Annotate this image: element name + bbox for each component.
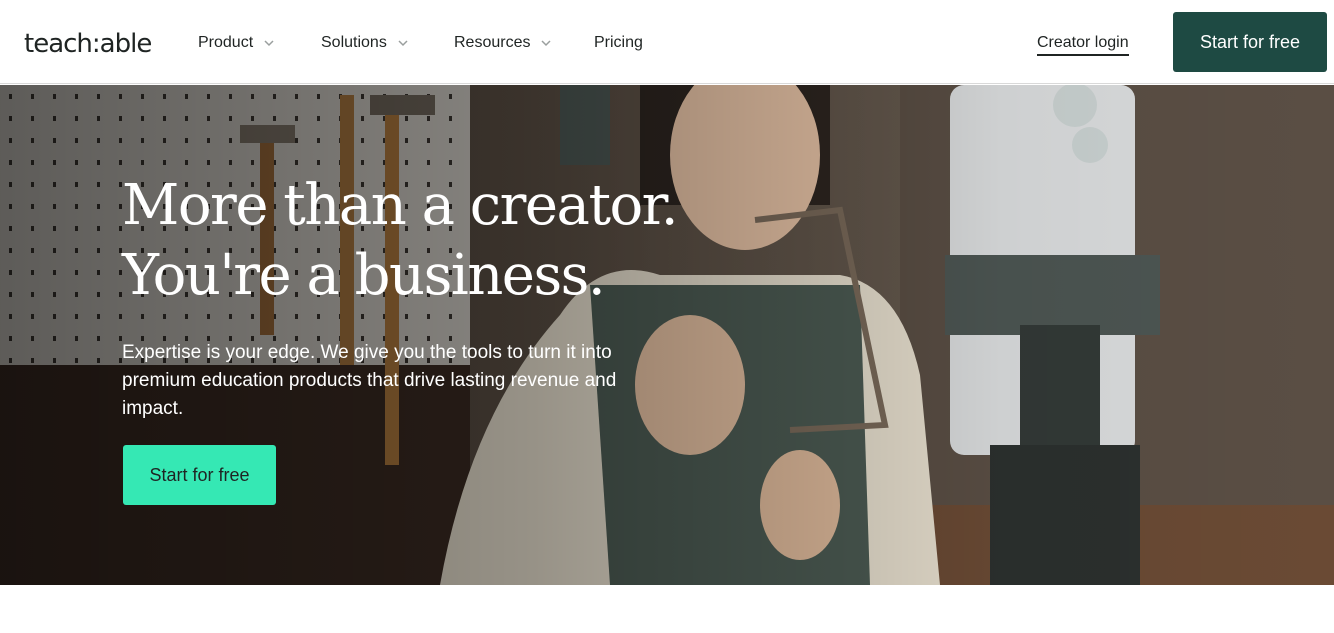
hero-subtext: Expertise is your edge. We give you the … bbox=[122, 342, 617, 419]
nav-item-label: Product bbox=[198, 34, 254, 51]
creator-login-link[interactable]: Creator login bbox=[1037, 32, 1129, 56]
site-header: teach:able Product Solutions Resources P… bbox=[0, 0, 1334, 84]
hero-overlay bbox=[0, 85, 1334, 585]
nav-item-solutions[interactable]: Solutions bbox=[321, 32, 409, 54]
nav-item-label: Pricing bbox=[594, 34, 643, 51]
nav-item-product[interactable]: Product bbox=[198, 32, 275, 54]
start-for-free-button[interactable]: Start for free bbox=[1173, 12, 1327, 72]
hero-start-for-free-button[interactable]: Start for free bbox=[123, 445, 276, 505]
teachable-logo[interactable]: teach:able bbox=[24, 28, 152, 60]
nav-item-label: Solutions bbox=[321, 34, 387, 51]
nav-item-resources[interactable]: Resources bbox=[454, 32, 552, 54]
hero-headline: More than a creator. You're a business. bbox=[122, 171, 742, 311]
nav-item-pricing[interactable]: Pricing bbox=[594, 32, 643, 54]
hero-section: More than a creator. You're a business. … bbox=[0, 85, 1334, 585]
chevron-down-icon bbox=[540, 37, 552, 49]
chevron-down-icon bbox=[397, 37, 409, 49]
headline-line-1: More than a creator. bbox=[122, 173, 679, 238]
headline-line-2: You're a business. bbox=[122, 243, 606, 308]
chevron-down-icon bbox=[263, 37, 275, 49]
nav-item-label: Resources bbox=[454, 34, 531, 51]
